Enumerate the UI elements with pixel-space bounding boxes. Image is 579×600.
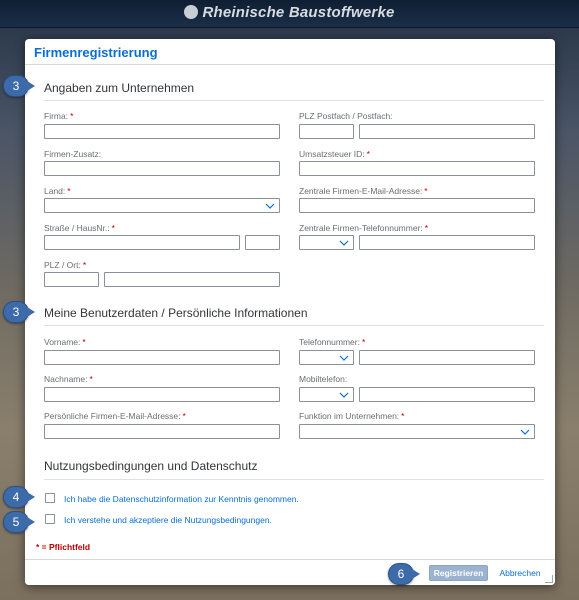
ust-id-input[interactable]	[299, 161, 535, 176]
resize-handle-icon[interactable]	[545, 575, 553, 583]
label-firma: Firma: *	[44, 111, 74, 121]
persoenliche-email-input[interactable]	[44, 424, 280, 439]
label-firmen-zusatz: Firmen-Zusatz:	[44, 149, 102, 159]
dialog-title: Firmenregistrierung	[34, 45, 158, 60]
step-marker-3: 3	[3, 75, 35, 97]
vorname-input[interactable]	[44, 350, 280, 365]
label-plz-postfach: PLZ Postfach / Postfach:	[299, 111, 393, 121]
label-persoenliche-email: Persönliche Firmen-E-Mail-Adresse: *	[44, 411, 186, 421]
plz-input[interactable]	[44, 272, 99, 287]
label-plz-ort: PLZ / Ort: *	[44, 260, 87, 270]
label-zentrale-email: Zentrale Firmen-E-Mail-Adresse: *	[299, 186, 428, 196]
mobil-input[interactable]	[359, 387, 535, 402]
brand-name: Rheinische Baustoffwerke	[202, 4, 395, 21]
plz-postfach-input[interactable]	[299, 124, 354, 139]
label-vorname: Vorname: *	[44, 337, 86, 347]
label-nachname: Nachname: *	[44, 374, 93, 384]
mobil-country-select[interactable]	[299, 387, 354, 402]
section-title-personal: Meine Benutzerdaten / Persönliche Inform…	[44, 306, 308, 320]
divider	[44, 325, 544, 326]
chevron-down-icon	[265, 203, 275, 209]
datenschutz-label[interactable]: Ich habe die Datenschutzinformation zur …	[64, 494, 299, 504]
telefon-country-select[interactable]	[299, 350, 354, 365]
nutzung-label[interactable]: Ich verstehe und akzeptiere die Nutzungs…	[64, 515, 272, 525]
top-banner: Rheinische Baustoffwerke	[0, 0, 579, 28]
label-zentrale-tel: Zentrale Firmen-Telefonnummer: *	[299, 223, 429, 233]
required-footnote: * = Pflichtfeld	[36, 542, 91, 552]
chevron-down-icon	[339, 240, 349, 246]
label-telefonnummer: Telefonnummer: *	[299, 337, 366, 347]
section-title-terms: Nutzungsbedingungen und Datenschutz	[44, 459, 258, 473]
label-ust-id: Umsatzsteuer ID: *	[299, 149, 370, 159]
step-marker-3-personal: 3	[3, 301, 35, 323]
chevron-down-icon	[339, 355, 349, 361]
divider	[44, 479, 544, 480]
land-select[interactable]	[44, 198, 280, 213]
funktion-select[interactable]	[299, 424, 535, 439]
nutzung-checkbox[interactable]	[45, 514, 55, 524]
hausnr-input[interactable]	[245, 235, 280, 250]
dialog-footer: Registrieren Abbrechen	[25, 559, 555, 585]
step-marker-6: 6	[388, 563, 420, 585]
divider	[44, 100, 544, 101]
cancel-button[interactable]: Abbrechen	[495, 565, 545, 581]
nachname-input[interactable]	[44, 387, 280, 402]
register-button[interactable]: Registrieren	[429, 565, 488, 581]
label-mobiltelefon: Mobiltelefon:	[299, 374, 348, 384]
step-marker-4: 4	[3, 486, 35, 508]
zentrale-email-input[interactable]	[299, 198, 535, 213]
chevron-down-icon	[339, 392, 349, 398]
brand-logo-icon	[184, 5, 199, 19]
step-marker-5: 5	[3, 511, 35, 533]
zentrale-tel-input[interactable]	[359, 235, 535, 250]
datenschutz-checkbox[interactable]	[45, 493, 55, 503]
label-land: Land: *	[44, 186, 71, 196]
registration-dialog: Firmenregistrierung Angaben zum Unterneh…	[25, 39, 555, 585]
dialog-header: Firmenregistrierung	[25, 39, 555, 65]
label-strasse: Straße / HausNr.: *	[44, 223, 115, 233]
telefon-input[interactable]	[359, 350, 535, 365]
postfach-input[interactable]	[359, 124, 535, 139]
section-title-company: Angaben zum Unternehmen	[44, 81, 195, 95]
strasse-input[interactable]	[44, 235, 240, 250]
zentrale-tel-country-select[interactable]	[299, 235, 354, 250]
firma-input[interactable]	[44, 124, 280, 139]
chevron-down-icon	[520, 429, 530, 435]
brand: Rheinische Baustoffwerke	[0, 4, 579, 21]
label-funktion: Funktion im Unternehmen: *	[299, 411, 405, 421]
firmen-zusatz-input[interactable]	[44, 161, 280, 176]
ort-input[interactable]	[104, 272, 280, 287]
